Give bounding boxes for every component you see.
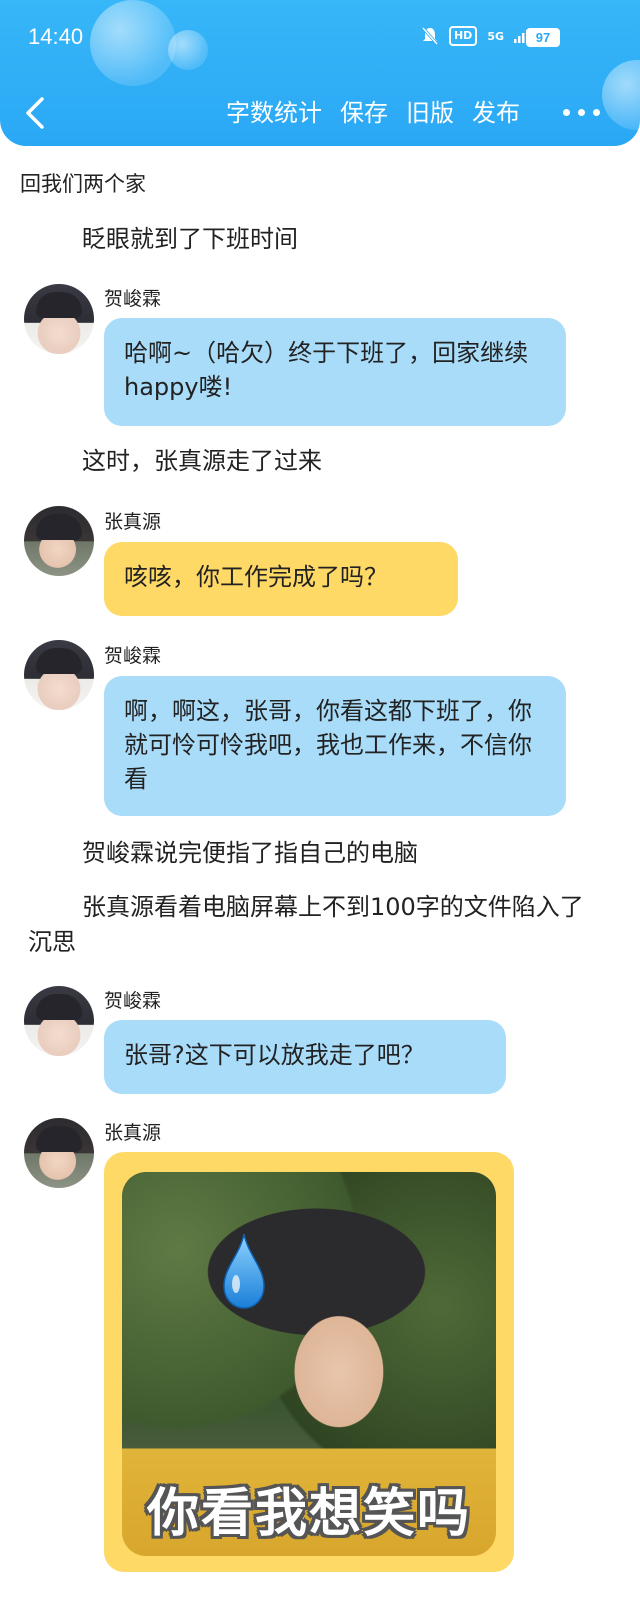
- decorative-bubble: [90, 0, 176, 86]
- narration-text: 这时，张真源走了过来: [82, 447, 322, 475]
- narration-text: 眨眼就到了下班时间: [82, 225, 298, 253]
- narration-text: 张真源看着电脑屏幕上不到100字的文件陷入了沉思: [28, 893, 584, 956]
- speaker-name: 贺峻霖: [104, 990, 162, 1012]
- battery-indicator: 97: [526, 28, 560, 47]
- chat-bubble: 哈啊~（哈欠）终于下班了，回家继续happy喽!: [104, 318, 566, 426]
- chat-bubble: 张哥?这下可以放我走了吧？: [104, 1020, 506, 1094]
- speaker-name: 贺峻霖: [104, 645, 162, 667]
- narration-text: 贺峻霖说完便指了指自己的电脑: [82, 839, 418, 867]
- more-options-icon[interactable]: [563, 100, 600, 124]
- speaker-name: 贺峻霖: [104, 288, 162, 310]
- meme-sticker-image: 你看我想笑吗: [122, 1172, 496, 1556]
- hd-badge: HD: [448, 26, 478, 46]
- signal-label: 5G: [487, 29, 504, 43]
- publish-button[interactable]: 发布: [472, 97, 520, 129]
- editor-toolbar: 字数统计 保存 旧版 发布: [226, 97, 520, 129]
- top-header: 14:40 HD 5G 97 字数统计 保存 旧版 发布: [0, 0, 640, 146]
- sticker-caption: 你看我想笑吗: [146, 1484, 471, 1544]
- avatar: [24, 284, 94, 354]
- avatar: [24, 506, 94, 576]
- speaker-name: 张真源: [104, 1122, 162, 1144]
- avatar: [24, 1118, 94, 1188]
- decorative-bubble: [168, 30, 208, 70]
- speaker-name: 张真源: [104, 511, 162, 533]
- status-time: 14:40: [28, 24, 84, 49]
- save-button[interactable]: 保存: [340, 97, 388, 129]
- decorative-bubble: [602, 60, 640, 130]
- sticker-bubble: 你看我想笑吗: [104, 1152, 514, 1572]
- mute-bell-icon: [421, 27, 439, 45]
- chat-bubble: 咳咳，你工作完成了吗？: [104, 542, 458, 616]
- story-title: 回我们两个家: [20, 172, 146, 196]
- avatar: [24, 986, 94, 1056]
- sweat-drop-icon: [223, 1233, 265, 1309]
- old-version-button[interactable]: 旧版: [406, 97, 454, 129]
- word-count-button[interactable]: 字数统计: [226, 97, 322, 129]
- chat-bubble: 啊，啊这，张哥，你看这都下班了，你就可怜可怜我吧，我也工作来，不信你看: [104, 676, 566, 816]
- back-arrow-icon[interactable]: [20, 95, 50, 131]
- avatar: [24, 640, 94, 710]
